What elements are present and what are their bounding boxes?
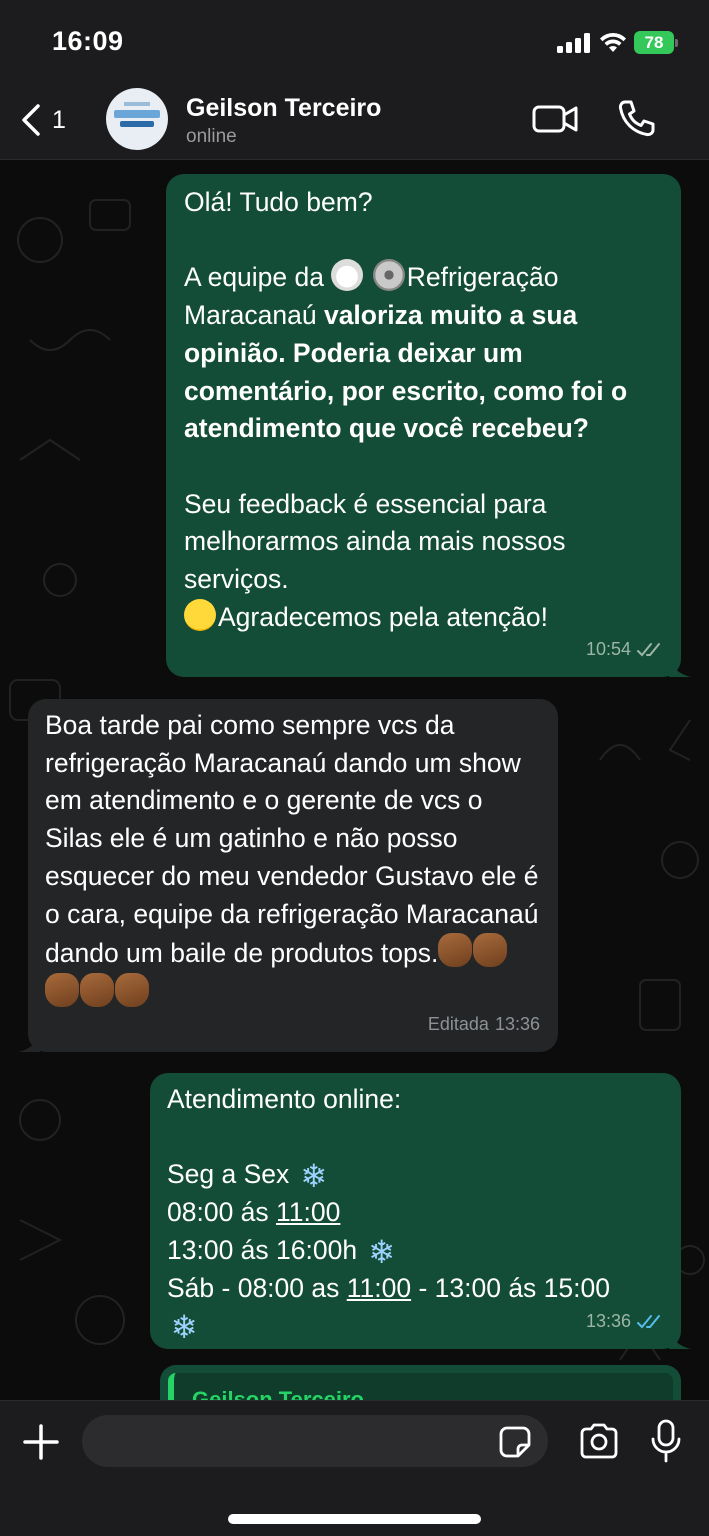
saturday-end-text: - 13:00 ás 15:00 [411,1272,610,1303]
saturday-start-text: Sáb - 08:00 as [167,1272,347,1303]
bubble-tail [669,657,691,677]
contact-status: online [186,126,237,147]
battery-icon: 78 [634,31,678,54]
microphone-icon[interactable] [650,1419,682,1463]
bubble-tail [18,1032,40,1052]
message-input[interactable] [82,1415,548,1467]
message-greeting: Olá! Tudo bem? [184,187,373,217]
quoted-reply[interactable]: Geilson Terceiro [168,1373,673,1400]
message-text: A equipe da [184,262,332,293]
home-indicator [228,1514,481,1524]
message-meta: 13:36 [586,1303,663,1341]
snowflake-emoji-icon: ❄ [300,1157,328,1196]
morning-start-text: 08:00 ás [167,1197,277,1228]
panda-emoji-icon [331,259,364,292]
clapping-hands-emoji-icon [45,972,79,1007]
afternoon-text: 13:00 ás 16:00h [167,1234,358,1265]
message-meta: 10:54 [586,631,663,669]
brand-text-rest: Maracanaú [184,300,324,331]
edited-label: Editada [427,1014,489,1035]
clapping-hands-emoji-icon [115,972,149,1007]
incoming-message-text: Boa tarde pai como sempre vcs da refrige… [45,710,546,969]
hours-days: Seg a Sex ❄ [167,1156,665,1194]
feedback-text: Seu feedback é essencial para melhorarmo… [184,488,573,594]
unread-count: 1 [52,105,66,134]
chevron-left-icon [22,104,40,136]
hours-morning: 08:00 ás 11:00 [167,1194,665,1232]
snowflake-emoji-icon: ❄ [170,1308,198,1347]
message-incoming[interactable]: Boa tarde pai como sempre vcs da refrige… [18,699,558,1052]
clapping-hands-emoji-icon [438,933,473,968]
status-bar: 16:09 78 [0,0,709,80]
snowflake-emoji-icon: ❄ [368,1232,395,1271]
wifi-icon [600,32,626,52]
gear-emoji-icon [372,259,405,292]
bubble-tail [669,1329,691,1349]
smiley-emoji-icon [184,598,216,631]
message-time: 10:54 [585,639,631,660]
brand-text: Refrigeração [406,262,559,293]
camera-icon[interactable] [578,1423,620,1459]
clapping-hands-emoji-icon [80,972,114,1007]
sticker-icon[interactable] [498,1425,532,1459]
video-call-icon[interactable] [530,102,580,136]
message-outgoing[interactable]: Atendimento online: Seg a Sex ❄ 08:00 ás… [150,1073,691,1349]
hours-title: Atendimento online: [167,1084,402,1114]
time-link[interactable]: 11:00 [276,1197,340,1227]
message-input-bar [0,1400,709,1536]
plus-icon[interactable] [22,1423,60,1461]
phone-call-icon[interactable] [616,98,656,138]
double-check-icon [637,643,660,657]
battery-level: 78 [634,31,674,54]
message-meta: Editada 13:36 [428,1006,540,1044]
thanks-text: Agradecemos pela atenção! [218,601,548,632]
message-body: A equipe da Refrigeração Maracanaú valor… [184,259,663,448]
back-button[interactable]: 1 [20,100,80,140]
contact-avatar[interactable] [106,88,168,150]
hours-afternoon: 13:00 ás 16:00h ❄ [167,1232,665,1270]
days-text: Seg a Sex [167,1159,290,1190]
clapping-hands-emoji-icon [473,933,508,968]
message-outgoing-partial[interactable]: Geilson Terceiro [160,1365,681,1400]
read-receipt-icon [637,1315,660,1329]
chat-area[interactable]: Olá! Tudo bem? A equipe da Refrigeração … [0,160,709,1400]
quoted-author: Geilson Terceiro [192,1387,364,1400]
status-time: 16:09 [52,26,124,56]
chat-header: 1 Geilson Terceiro online [0,80,709,160]
message-time: 13:36 [585,1311,631,1332]
incoming-message-body: Boa tarde pai como sempre vcs da refrige… [45,707,542,1013]
contact-name[interactable]: Geilson Terceiro [186,94,381,123]
message-time: 13:36 [494,1014,540,1035]
message-outgoing[interactable]: Olá! Tudo bem? A equipe da Refrigeração … [166,174,691,677]
cellular-signal-icon [557,33,591,53]
time-link[interactable]: 11:00 [347,1273,411,1303]
hours-saturday: Sáb - 08:00 as 11:00 - 13:00 ás 15:00 [167,1270,665,1308]
